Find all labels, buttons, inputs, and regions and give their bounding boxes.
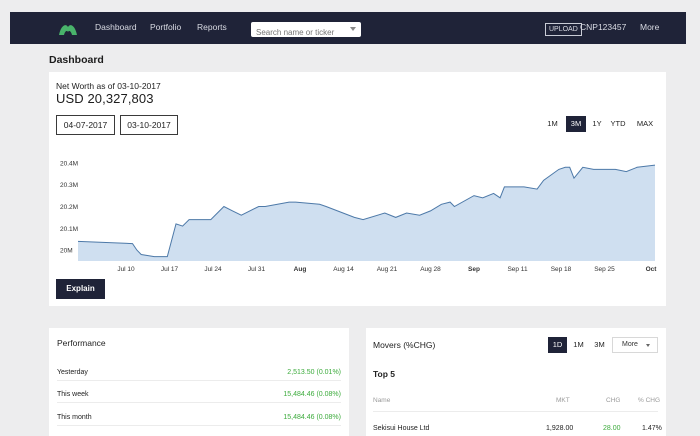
mover-chg: 28.00 xyxy=(603,425,621,432)
x-tick-label: Sep 18 xyxy=(551,266,572,273)
movers-range-1d-button[interactable]: 1D xyxy=(548,337,567,353)
performance-row-label: Yesterday xyxy=(57,369,88,376)
movers-range-3m-button[interactable]: 3M xyxy=(590,337,609,353)
page-title: Dashboard xyxy=(49,54,104,66)
x-tick-label: Sep 25 xyxy=(594,266,615,273)
performance-row-label: This week xyxy=(57,391,89,398)
top-nav-bar: Dashboard Portfolio Reports UPLOAD CNP12… xyxy=(10,12,686,44)
x-tick-label: Jul 17 xyxy=(161,266,179,273)
chevron-down-icon[interactable] xyxy=(350,27,356,31)
movers-title: Movers (%CHG) xyxy=(373,340,436,350)
x-tick-label: Jul 31 xyxy=(248,266,266,273)
x-tick-label: Oct xyxy=(646,266,658,273)
logo-icon[interactable] xyxy=(58,22,78,36)
net-worth-card: Net Worth as of 03-10-2017 USD 20,327,80… xyxy=(49,72,666,306)
explain-button[interactable]: Explain xyxy=(56,279,105,299)
account-id-link[interactable]: CNP123457 xyxy=(580,22,626,32)
top-5-heading: Top 5 xyxy=(373,369,396,379)
y-tick-label: 20.3M xyxy=(60,182,78,189)
nav-link-portfolio[interactable]: Portfolio xyxy=(150,22,181,32)
movers-card: Movers (%CHG) 1D 1M 3M More Top 5 Name M… xyxy=(366,328,666,436)
mover-mkt: 1,928.00 xyxy=(546,425,574,432)
nav-link-dashboard[interactable]: Dashboard xyxy=(95,22,137,32)
performance-title: Performance xyxy=(57,338,106,348)
column-header-name[interactable]: Name xyxy=(373,397,390,404)
search-box[interactable] xyxy=(251,22,361,40)
performance-row: This week 15,484.46 (0.08%) xyxy=(57,388,341,403)
column-header-mkt[interactable]: MKT xyxy=(556,397,570,404)
y-tick-label: 20.4M xyxy=(60,160,78,167)
x-tick-label: Jul 10 xyxy=(117,266,135,273)
x-tick-label: Sep xyxy=(468,266,480,273)
performance-row-value: 2,513.50 (0.01%) xyxy=(287,369,341,376)
movers-more-label: More xyxy=(622,341,638,348)
mover-name[interactable]: Sekisui House Ltd xyxy=(373,425,429,432)
movers-more-dropdown[interactable]: More xyxy=(612,337,658,353)
table-divider xyxy=(373,411,658,412)
net-worth-area xyxy=(78,165,655,261)
x-tick-label: Aug 21 xyxy=(377,266,398,273)
upload-button[interactable]: UPLOAD xyxy=(545,23,582,36)
y-tick-label: 20.2M xyxy=(60,204,78,211)
x-tick-label: Jul 24 xyxy=(204,266,222,273)
nav-link-reports[interactable]: Reports xyxy=(197,22,227,32)
y-tick-label: 20.1M xyxy=(60,226,78,233)
performance-row-label: This month xyxy=(57,414,92,421)
column-header-pct-chg[interactable]: % CHG xyxy=(638,397,660,404)
x-tick-label: Aug 14 xyxy=(333,266,354,273)
performance-row-value: 15,484.46 (0.08%) xyxy=(283,414,341,421)
performance-row-value: 15,484.46 (0.08%) xyxy=(283,391,341,398)
mover-pct-chg: 1.47% xyxy=(642,425,662,432)
search-input[interactable] xyxy=(251,25,347,40)
x-tick-label: Sep 11 xyxy=(507,266,528,273)
performance-row: This month 15,484.46 (0.08%) xyxy=(57,411,341,426)
net-worth-chart: 20M 20.1M 20.2M 20.3M 20.4M Jul 10 Jul 17 Jul 2… xyxy=(60,160,658,273)
nav-more-link[interactable]: More xyxy=(640,22,659,32)
y-tick-label: 20M xyxy=(60,248,73,255)
x-tick-label: Aug 28 xyxy=(420,266,441,273)
x-tick-label: Aug xyxy=(294,266,307,273)
performance-row: Yesterday 2,513.50 (0.01%) xyxy=(57,366,341,381)
column-header-chg[interactable]: CHG xyxy=(606,397,620,404)
chevron-down-icon xyxy=(646,344,650,347)
movers-range-1m-button[interactable]: 1M xyxy=(569,337,588,353)
performance-card: Performance Yesterday 2,513.50 (0.01%) T… xyxy=(49,328,349,436)
